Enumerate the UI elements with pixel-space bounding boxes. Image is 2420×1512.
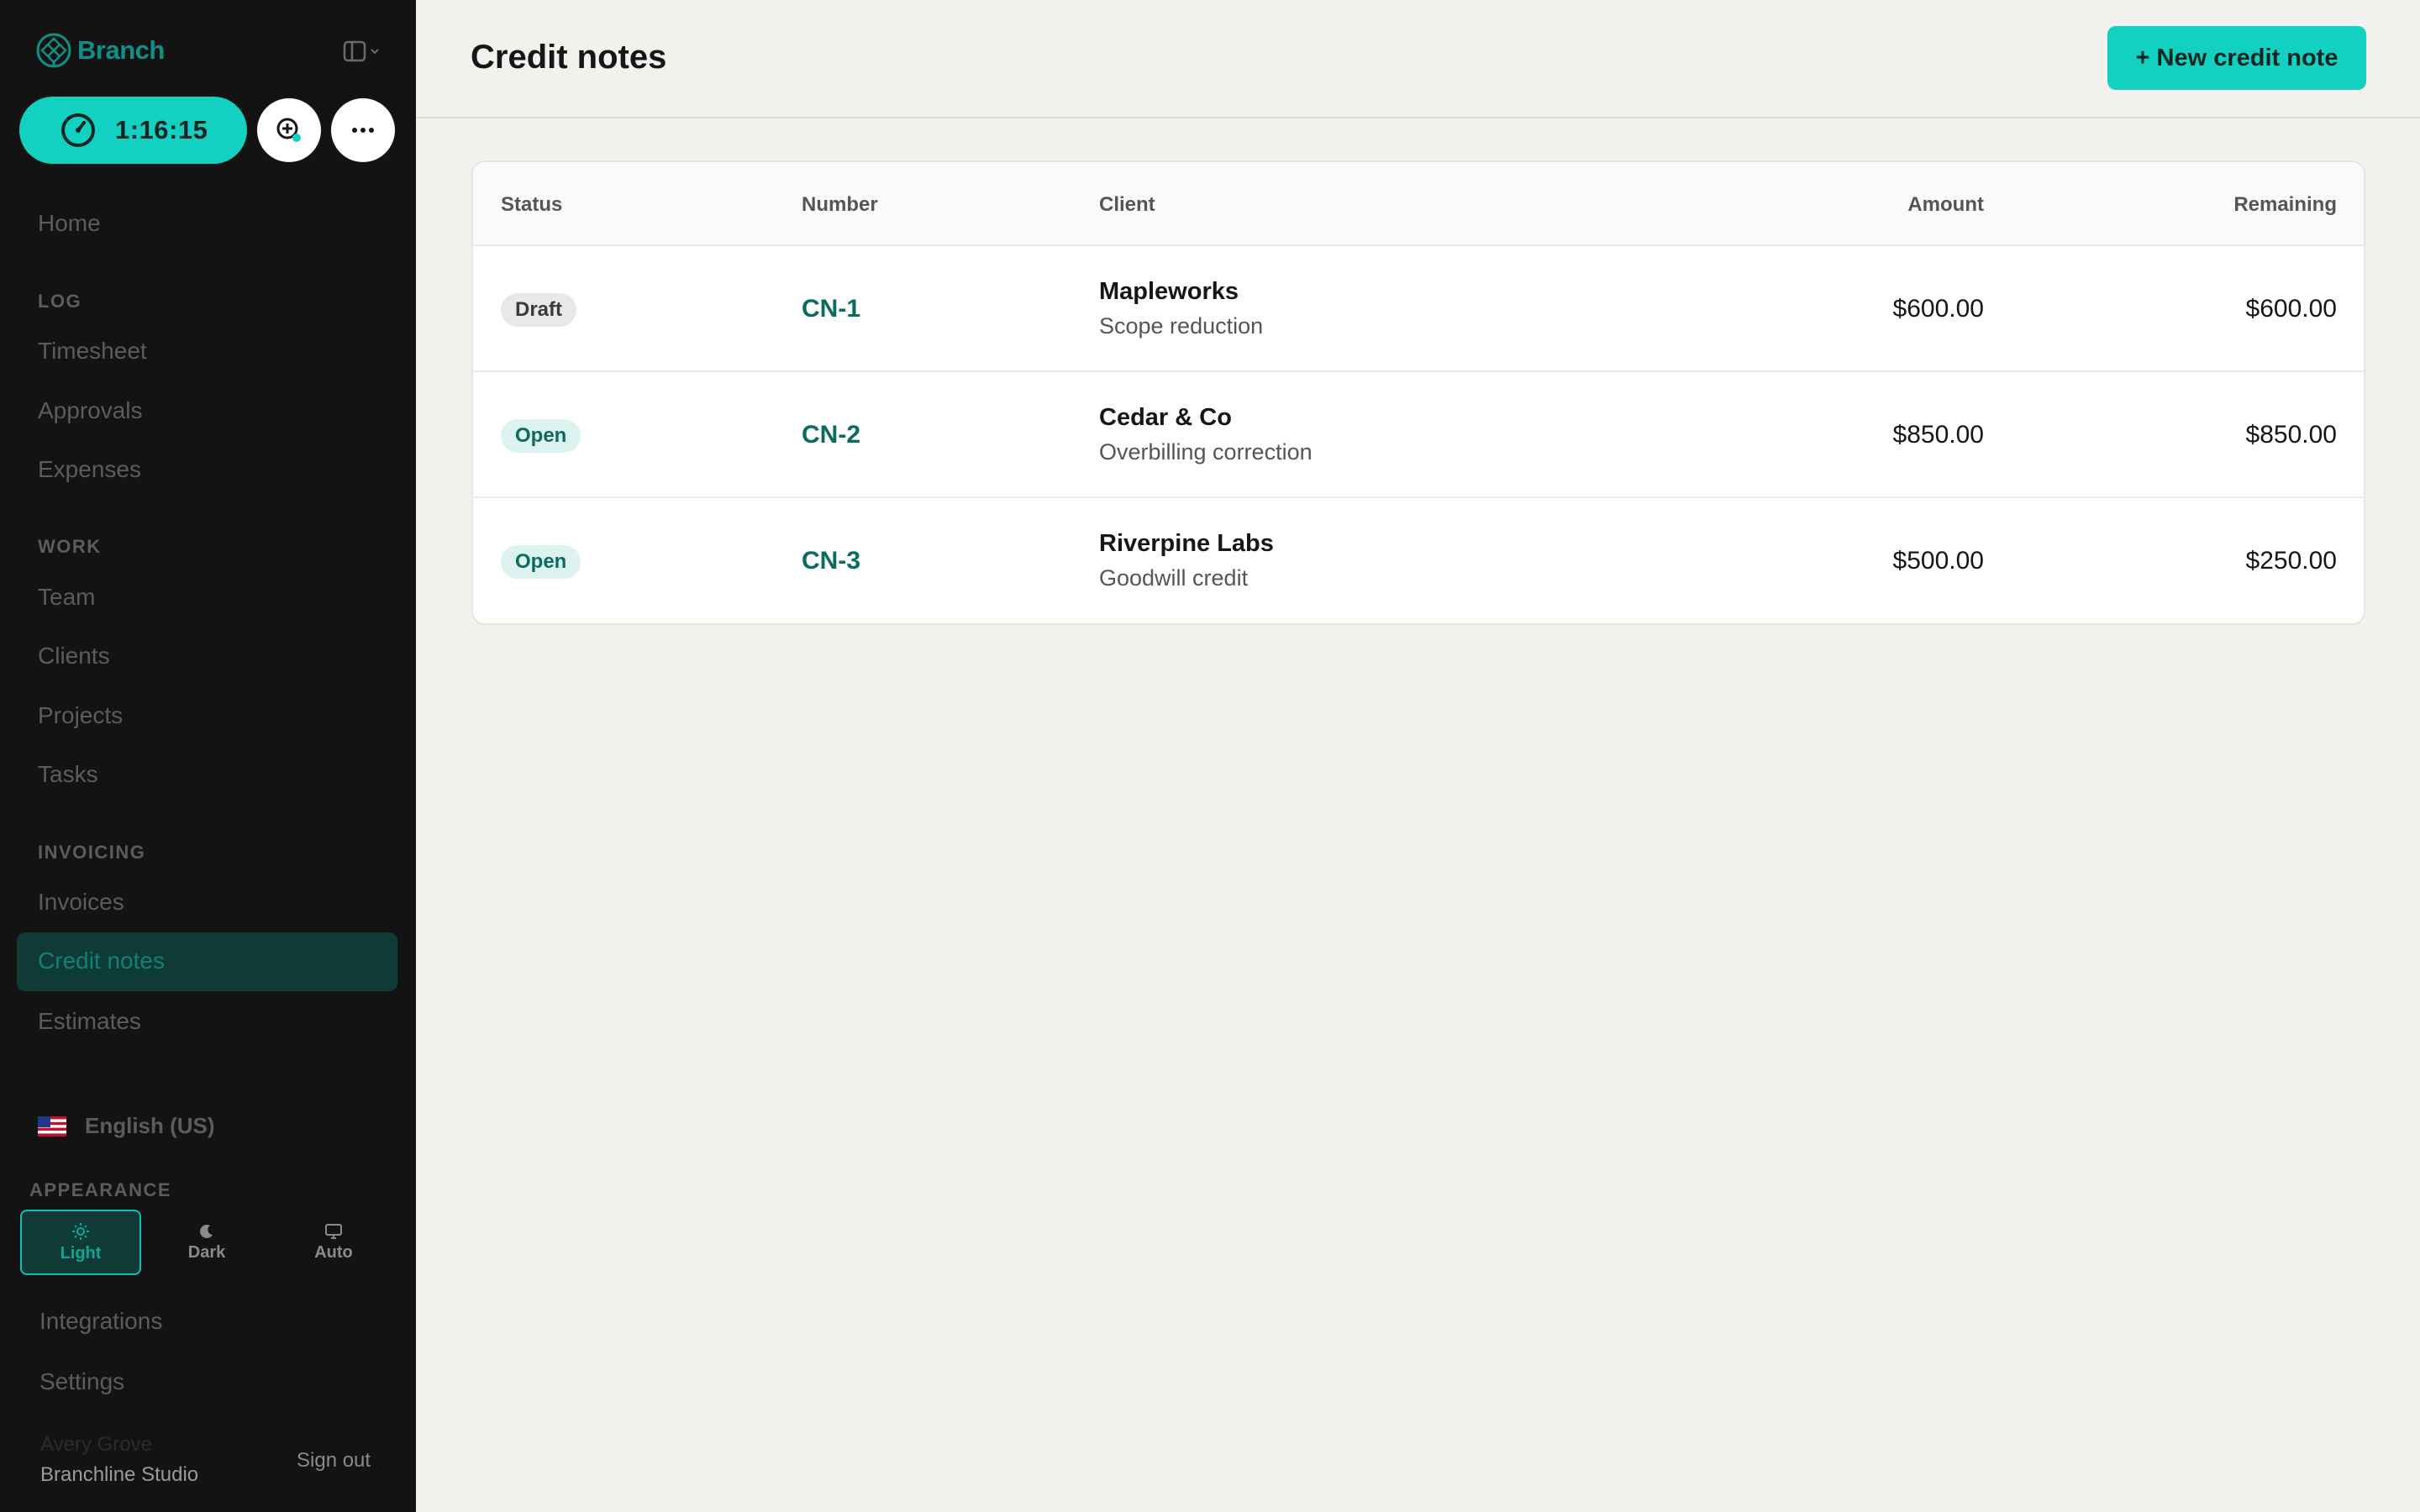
credit-reason: Scope reduction bbox=[1099, 313, 1264, 339]
column-header-status[interactable]: Status bbox=[501, 193, 562, 217]
sidebar: Branch 1:16:15 Home LOG Timesheet Approv… bbox=[0, 0, 416, 1512]
amount-value: $850.00 bbox=[1892, 421, 1984, 449]
nav-item-integrations[interactable]: Integrations bbox=[39, 1308, 162, 1335]
brand[interactable]: Branch bbox=[35, 32, 165, 69]
nav-section-invoicing: INVOICING bbox=[38, 842, 146, 863]
org-name: Branchline Studio bbox=[40, 1463, 199, 1486]
sun-icon bbox=[72, 1222, 89, 1240]
nav-item-credit-notes-label: Credit notes bbox=[38, 948, 165, 974]
status-badge: Open bbox=[501, 545, 581, 579]
nav-item-invoices[interactable]: Invoices bbox=[38, 889, 124, 916]
monitor-icon bbox=[325, 1223, 342, 1239]
column-header-remaining[interactable]: Remaining bbox=[2233, 193, 2337, 217]
timer-button[interactable]: 1:16:15 bbox=[19, 97, 247, 164]
credit-reason: Goodwill credit bbox=[1099, 565, 1249, 591]
sidebar-panel-icon bbox=[343, 40, 366, 62]
remaining-value: $250.00 bbox=[2245, 547, 2337, 575]
nav-section-log: LOG bbox=[38, 291, 82, 312]
nav-item-estimates[interactable]: Estimates bbox=[38, 1008, 141, 1035]
theme-light-option[interactable]: Light bbox=[20, 1210, 141, 1275]
user-name: Avery Grove bbox=[40, 1433, 152, 1456]
page-header: Credit notes + New credit note bbox=[416, 0, 2420, 118]
nav-item-projects[interactable]: Projects bbox=[38, 702, 123, 729]
client-name: Cedar & Co bbox=[1099, 404, 1232, 431]
client-name: Mapleworks bbox=[1099, 278, 1239, 305]
table-row[interactable]: Open CN-3 Riverpine Labs Goodwill credit… bbox=[473, 498, 2364, 623]
theme-light-label: Light bbox=[60, 1243, 102, 1263]
nav-section-work: WORK bbox=[38, 536, 102, 557]
nav-item-tasks[interactable]: Tasks bbox=[38, 761, 98, 788]
column-header-client[interactable]: Client bbox=[1099, 193, 1155, 217]
nav-item-settings[interactable]: Settings bbox=[39, 1368, 124, 1395]
client-name: Riverpine Labs bbox=[1099, 530, 1274, 557]
sign-out-button[interactable]: Sign out bbox=[297, 1449, 371, 1473]
amount-value: $600.00 bbox=[1892, 295, 1984, 323]
new-credit-note-button[interactable]: + New credit note bbox=[2107, 26, 2366, 90]
add-time-entry-button[interactable] bbox=[257, 98, 321, 162]
credit-note-number-link[interactable]: CN-2 bbox=[802, 421, 860, 449]
nav-item-expenses[interactable]: Expenses bbox=[38, 456, 141, 483]
credit-note-number-link[interactable]: CN-3 bbox=[802, 547, 860, 575]
credit-notes-table: Status Number Client Amount Remaining Dr… bbox=[471, 160, 2365, 625]
sidebar-toggle-button[interactable] bbox=[343, 40, 380, 62]
table-row[interactable]: Draft CN-1 Mapleworks Scope reduction $6… bbox=[473, 246, 2364, 372]
theme-dark-option[interactable]: Dark bbox=[146, 1210, 267, 1275]
stopwatch-icon bbox=[61, 113, 95, 147]
page-title: Credit notes bbox=[471, 39, 667, 76]
table-row[interactable]: Open CN-2 Cedar & Co Overbilling correct… bbox=[473, 372, 2364, 498]
status-badge: Draft bbox=[501, 293, 577, 327]
more-options-button[interactable] bbox=[331, 98, 395, 162]
branch-logo-icon bbox=[36, 33, 71, 68]
nav-item-clients[interactable]: Clients bbox=[38, 643, 110, 669]
add-time-icon bbox=[276, 118, 301, 142]
remaining-value: $850.00 bbox=[2245, 421, 2337, 449]
credit-reason: Overbilling correction bbox=[1099, 439, 1313, 465]
us-flag-icon bbox=[38, 1116, 66, 1137]
amount-value: $500.00 bbox=[1892, 547, 1984, 575]
language-selector[interactable]: English (US) bbox=[38, 1113, 215, 1139]
credit-note-number-link[interactable]: CN-1 bbox=[802, 295, 860, 323]
remaining-value: $600.00 bbox=[2245, 295, 2337, 323]
nav-item-home[interactable]: Home bbox=[38, 210, 101, 237]
timer-value: 1:16:15 bbox=[115, 115, 208, 144]
more-horizontal-icon bbox=[352, 128, 374, 133]
appearance-title: APPEARANCE bbox=[29, 1179, 172, 1200]
moon-icon bbox=[200, 1224, 213, 1238]
theme-auto-option[interactable]: Auto bbox=[273, 1210, 394, 1275]
status-badge: Open bbox=[501, 419, 581, 453]
theme-auto-label: Auto bbox=[314, 1242, 353, 1262]
language-label: English (US) bbox=[85, 1113, 215, 1138]
chevron-down-icon bbox=[371, 49, 379, 55]
theme-dark-label: Dark bbox=[187, 1242, 226, 1262]
column-header-number[interactable]: Number bbox=[802, 193, 878, 217]
brand-name: Branch bbox=[77, 35, 165, 65]
nav-item-team[interactable]: Team bbox=[38, 584, 95, 611]
table-header: Status Number Client Amount Remaining bbox=[473, 162, 2364, 246]
nav-item-approvals[interactable]: Approvals bbox=[38, 397, 143, 424]
nav-item-timesheet[interactable]: Timesheet bbox=[38, 338, 147, 365]
column-header-amount[interactable]: Amount bbox=[1907, 193, 1984, 217]
